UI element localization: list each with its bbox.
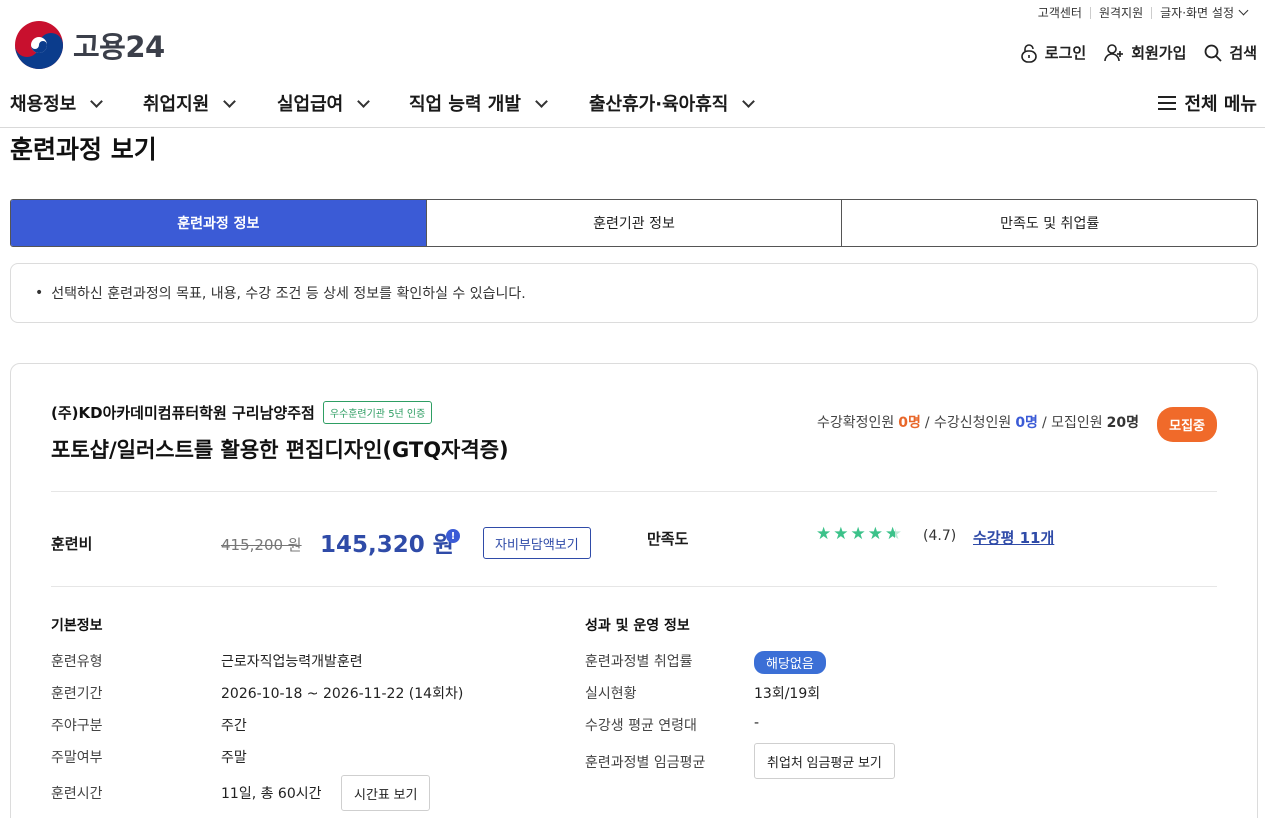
half-star-icon: ★★ — [885, 524, 902, 544]
info-icon[interactable]: ! — [446, 529, 460, 543]
training-type-value: 근로자직업능력개발훈련 — [221, 654, 363, 670]
login-label: 로그인 — [1044, 44, 1087, 62]
tab-institution-info[interactable]: 훈련기관 정보 — [425, 200, 842, 246]
execution-status-value: 13회/19회 — [754, 686, 821, 702]
logo-text: 고용24 — [73, 30, 165, 64]
lock-icon — [1020, 43, 1037, 63]
bullet-icon: • — [35, 285, 44, 301]
avg-wage-button[interactable]: 취업처 임금평균 보기 — [754, 743, 895, 779]
star-icon: ★ — [833, 524, 849, 544]
utility-bar: 고객센터 원격지원 글자·화면 설정 — [1030, 5, 1255, 20]
chevron-down-icon — [535, 94, 548, 108]
course-title: 포토샵/일러스트를 활용한 편집디자인(GTQ자격증) — [51, 438, 509, 462]
training-type-label: 훈련유형 — [51, 654, 103, 670]
current-fee: 145,320 원 — [320, 532, 454, 558]
chevron-down-icon — [223, 94, 237, 108]
display-settings-button[interactable]: 글자·화면 설정 — [1151, 5, 1255, 20]
login-button[interactable]: 로그인 — [1020, 42, 1086, 63]
tab-satisfaction-employment[interactable]: 만족도 및 취업률 — [841, 200, 1257, 246]
weekend-value: 주말 — [221, 750, 247, 766]
training-period-value: 2026-10-18 ~ 2026-11-22 (14회차) — [221, 686, 464, 702]
nav-employment-support-label: 취업지원 — [143, 94, 210, 115]
customer-center-link[interactable]: 고객센터 — [1030, 7, 1090, 19]
search-label: 검색 — [1229, 44, 1257, 62]
timetable-button[interactable]: 시간표 보기 — [341, 775, 431, 811]
applied-label: / 수강신청인원 — [924, 415, 1012, 431]
nav-unemployment-benefit-label: 실업급여 — [277, 94, 344, 115]
institution-row: (주)KD아카데미컴퓨터학원 구리남양주점 우수훈련기관 5년 인증 — [51, 401, 433, 424]
nav-unemployment-benefit[interactable]: 실업급여 — [277, 90, 371, 116]
training-hours-value: 11일, 총 60시간 — [221, 786, 322, 802]
avg-wage-label: 훈련과정별 임금평균 — [585, 755, 706, 771]
chevron-down-icon — [742, 94, 756, 108]
all-menu-button[interactable]: 전체 메뉴 — [1158, 90, 1257, 116]
rating-stars: ★ ★ ★ ★ ★★ — [816, 524, 904, 544]
chevron-down-icon — [90, 94, 104, 108]
nav-jobs-label: 채용정보 — [10, 94, 77, 115]
signup-label: 회원가입 — [1131, 44, 1187, 62]
nav-employment-support[interactable]: 취업지원 — [143, 90, 237, 116]
institution-name[interactable]: (주)KD아카데미컴퓨터학원 구리남양주점 — [51, 402, 315, 423]
recruit-label: / 모집인원 — [1041, 415, 1103, 431]
reviews-link[interactable]: 수강평 11개 — [973, 527, 1054, 548]
user-actions: 로그인 회원가입 검색 — [1002, 42, 1257, 63]
applied-count: 0명 — [1015, 415, 1038, 431]
execution-status-label: 실시현황 — [585, 686, 637, 702]
display-settings-label: 글자·화면 설정 — [1160, 6, 1234, 20]
site-logo[interactable]: 고용24 — [14, 20, 165, 70]
star-icon: ★ — [816, 524, 832, 544]
fee-label: 훈련비 — [51, 535, 93, 553]
star-icon: ★ — [867, 524, 883, 544]
nav-parental-leave-label: 출산휴가·육아휴직 — [589, 94, 729, 115]
course-card: (주)KD아카데미컴퓨터학원 구리남양주점 우수훈련기관 5년 인증 포토샵/일… — [10, 363, 1258, 818]
satisfaction-label: 만족도 — [647, 530, 689, 548]
day-night-label: 주야구분 — [51, 718, 103, 734]
confirmed-count: 0명 — [898, 415, 921, 431]
page-title: 훈련과정 보기 — [10, 135, 157, 164]
confirmed-label: 수강확정인원 — [816, 415, 895, 431]
search-button[interactable]: 검색 — [1204, 42, 1257, 63]
self-pay-button[interactable]: 자비부담액보기 — [483, 527, 591, 559]
recruit-count: 20명 — [1106, 415, 1139, 431]
taegeuk-logo-icon — [15, 21, 63, 69]
star-icon: ★ — [850, 524, 866, 544]
hamburger-icon — [1158, 96, 1177, 110]
training-period-label: 훈련기간 — [51, 686, 103, 702]
certification-badge: 우수훈련기관 5년 인증 — [322, 401, 433, 424]
day-night-value: 주간 — [221, 718, 247, 734]
divider — [51, 491, 1217, 492]
nav-vocational-training[interactable]: 직업 능력 개발 — [409, 90, 548, 116]
enrollment-counts: 수강확정인원 0명 / 수강신청인원 0명 / 모집인원 20명 — [817, 412, 1143, 432]
rating-score: (4.7) — [923, 528, 957, 544]
tab-course-info[interactable]: 훈련과정 정보 — [11, 200, 426, 246]
performance-info-title: 성과 및 운영 정보 — [585, 618, 690, 634]
search-icon — [1204, 44, 1223, 62]
all-menu-label: 전체 메뉴 — [1184, 94, 1257, 115]
add-user-icon — [1104, 43, 1124, 61]
notice-text: 선택하신 훈련과정의 목표, 내용, 수강 조건 등 상세 정보를 확인하실 수… — [51, 286, 526, 302]
nav-jobs[interactable]: 채용정보 — [10, 90, 104, 116]
main-navigation: 채용정보 취업지원 실업급여 직업 능력 개발 출산휴가·육아휴직 전체 메뉴 — [0, 80, 1265, 128]
nav-vocational-training-label: 직업 능력 개발 — [409, 94, 521, 115]
weekend-label: 주말여부 — [51, 750, 103, 766]
notice-box: • 선택하신 훈련과정의 목표, 내용, 수강 조건 등 상세 정보를 확인하실… — [10, 263, 1258, 323]
employment-rate-badge: 해당없음 — [754, 651, 826, 674]
chevron-down-icon — [357, 94, 371, 108]
basic-info-title: 기본정보 — [51, 618, 103, 634]
status-badge: 모집중 — [1157, 407, 1217, 442]
avg-age-value: - — [754, 715, 760, 731]
training-hours-label: 훈련시간 — [51, 786, 103, 802]
chevron-down-icon — [1238, 5, 1249, 16]
divider — [51, 586, 1217, 587]
nav-parental-leave[interactable]: 출산휴가·육아휴직 — [589, 90, 756, 116]
detail-tabs: 훈련과정 정보 훈련기관 정보 만족도 및 취업률 — [10, 199, 1258, 247]
avg-age-label: 수강생 평균 연령대 — [585, 718, 697, 734]
employment-rate-label: 훈련과정별 취업률 — [585, 654, 693, 670]
remote-support-link[interactable]: 원격지원 — [1089, 7, 1151, 19]
original-fee: 415,200 원 — [221, 536, 302, 554]
signup-button[interactable]: 회원가입 — [1104, 42, 1186, 63]
